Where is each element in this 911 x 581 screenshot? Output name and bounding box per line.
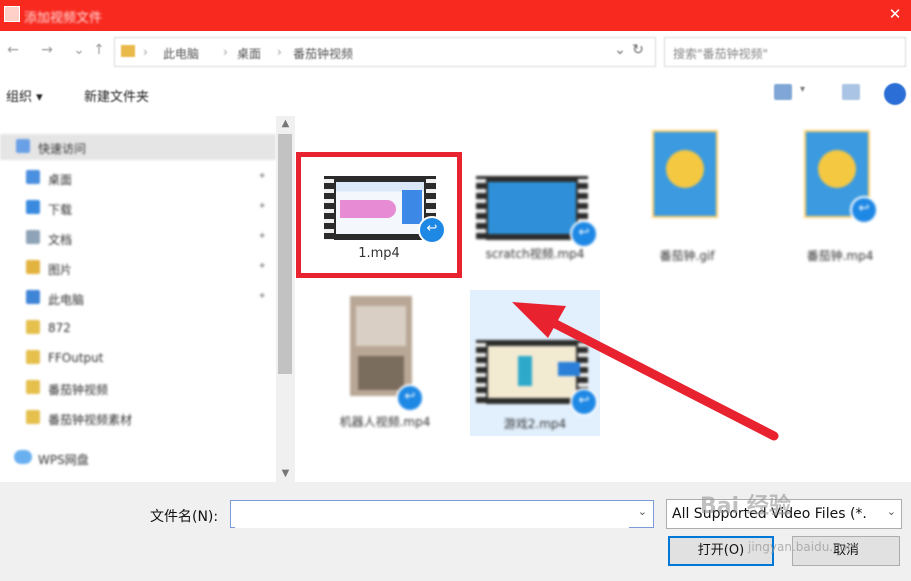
- chevron-down-icon[interactable]: ⌄: [887, 505, 896, 518]
- watermark-url: jingyan.baidu.com: [748, 540, 859, 554]
- filename-field[interactable]: ⌄: [230, 500, 654, 528]
- filename-label: 文件名(N):: [150, 509, 219, 525]
- chevron-down-icon[interactable]: ⌄: [638, 505, 647, 518]
- watermark-logo: Bai 经验: [700, 494, 791, 519]
- filename-input[interactable]: [235, 502, 629, 528]
